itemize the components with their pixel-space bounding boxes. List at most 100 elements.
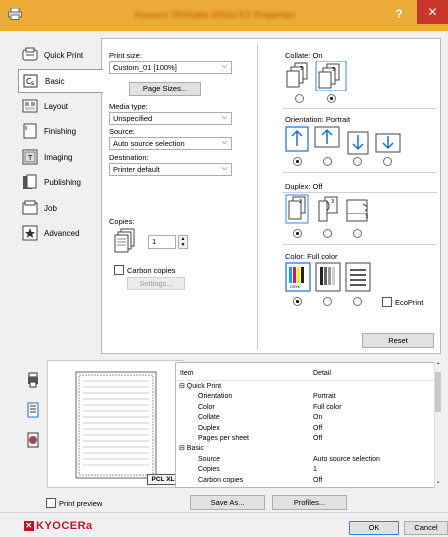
chevron-down-icon: ⌵: [221, 63, 227, 70]
printer-icon: [8, 8, 22, 20]
table-row[interactable]: ⊟ Quick Print: [176, 382, 434, 391]
mono-icon[interactable]: [345, 262, 371, 292]
collate-off-radio[interactable]: [295, 94, 304, 103]
nav-item-advanced[interactable]: Advanced: [18, 221, 100, 245]
page-view-icon[interactable]: [27, 402, 39, 418]
orientation-portrait-icon[interactable]: [285, 126, 309, 152]
nav-label: Layout: [44, 101, 69, 111]
carbon-settings-button[interactable]: Settings...: [127, 277, 185, 290]
chevron-down-icon: ⌵: [221, 165, 227, 172]
print-size-select[interactable]: Custom_01 [100%] ⌵: [109, 61, 232, 74]
nav-item-publishing[interactable]: Publishing: [18, 170, 100, 194]
nav-item-basic[interactable]: Cs Basic: [18, 69, 103, 93]
orientation-rotated-portrait-icon[interactable]: [347, 131, 369, 155]
profiles-button[interactable]: Profiles...: [272, 495, 347, 510]
table-row[interactable]: Collate On: [176, 413, 434, 422]
scroll-up-icon[interactable]: ⌃: [435, 362, 441, 370]
destination-select[interactable]: Printer default ⌵: [109, 163, 232, 176]
nav-label: Advanced: [44, 228, 80, 238]
destination-label: Destination:: [109, 153, 149, 162]
media-type-value: Unspecified: [113, 114, 153, 123]
orientation-rotated-portrait-radio[interactable]: [353, 157, 362, 166]
source-select[interactable]: Auto source selection ⌵: [109, 137, 232, 150]
basic-settings-panel: Print size: Custom_01 [100%] ⌵ Page Size…: [101, 38, 441, 354]
color-label: Color: Full color: [285, 252, 338, 261]
save-as-button[interactable]: Save As...: [190, 495, 265, 510]
duplex-long-edge-radio[interactable]: [323, 229, 332, 238]
nav-item-layout[interactable]: Layout: [18, 94, 100, 118]
nav-item-job[interactable]: Job: [18, 196, 100, 220]
row-detail: Off: [313, 435, 323, 442]
row-item: ⊟ Quick Print: [179, 383, 222, 390]
ecoprint-label: EcoPrint: [395, 298, 424, 307]
printer-view-icon[interactable]: [27, 372, 39, 388]
orientation-landscape-radio[interactable]: [323, 157, 332, 166]
orientation-rotated-landscape-radio[interactable]: [383, 157, 392, 166]
orientation-landscape-icon[interactable]: [314, 126, 340, 148]
duplex-long-edge-icon[interactable]: 3: [317, 196, 339, 224]
print-preview-checkbox[interactable]: [46, 498, 56, 508]
nav-label: Basic: [45, 76, 65, 86]
black-white-icon[interactable]: [315, 262, 341, 292]
ecoprint-checkbox[interactable]: [382, 297, 392, 307]
row-detail: Full color: [313, 403, 342, 411]
duplex-off-radio[interactable]: [293, 229, 302, 238]
table-row[interactable]: Color Full color: [176, 403, 434, 412]
orientation-portrait-radio[interactable]: [293, 157, 302, 166]
nav-item-imaging[interactable]: T Imaging: [18, 145, 100, 169]
nav-item-quick-print[interactable]: Quick Print: [18, 43, 100, 67]
nav-label: Imaging: [44, 152, 73, 162]
copies-value: 1: [152, 237, 157, 246]
table-row[interactable]: Source Auto source selection: [176, 455, 434, 464]
carbon-copies-checkbox[interactable]: [114, 265, 124, 275]
kyocera-mark-icon: ✕: [24, 521, 34, 532]
scroll-thumb[interactable]: [435, 372, 441, 412]
summary-scrollbar[interactable]: ⌃ ⌄: [434, 362, 441, 488]
table-row[interactable]: Copies 1: [176, 465, 434, 474]
copies-spinner[interactable]: ▲ ▼: [178, 235, 188, 249]
finishing-icon: [23, 123, 37, 139]
duplex-short-edge-icon[interactable]: 3: [345, 199, 373, 223]
media-type-select[interactable]: Unspecified ⌵: [109, 112, 232, 125]
orientation-rotated-landscape-icon[interactable]: [375, 133, 401, 153]
scroll-down-icon[interactable]: ⌄: [435, 478, 441, 486]
ok-button[interactable]: OK: [349, 521, 399, 535]
full-color-icon[interactable]: CMYK: [285, 262, 311, 292]
full-color-radio[interactable]: [293, 297, 302, 306]
table-row[interactable]: Orientation Portrait: [176, 392, 434, 401]
table-row[interactable]: Pages per sheet Off: [176, 434, 434, 443]
collate-label: Collate: On: [285, 51, 323, 60]
collate-off-icon[interactable]: 3: [285, 61, 315, 91]
page-sizes-button[interactable]: Page Sizes...: [129, 82, 201, 96]
collate-on-icon[interactable]: 3: [315, 61, 347, 91]
nav-item-finishing[interactable]: Finishing: [18, 119, 100, 143]
settings-summary-table[interactable]: Item Detail ⊟ Quick Print Orientation Port…: [175, 362, 441, 488]
collate-on-radio[interactable]: [327, 94, 336, 103]
svg-text:3: 3: [365, 214, 368, 220]
row-item: Pages per sheet: [198, 435, 249, 442]
row-detail: Off: [313, 476, 323, 484]
black-white-radio[interactable]: [323, 297, 332, 306]
help-button[interactable]: ?: [390, 5, 408, 23]
table-row[interactable]: ⊟ Basic: [176, 444, 434, 453]
cancel-button[interactable]: Cancel: [404, 521, 448, 535]
color-view-icon[interactable]: [27, 432, 39, 448]
print-size-label: Print size:: [109, 51, 142, 60]
table-row[interactable]: Duplex Off: [176, 424, 434, 433]
table-row[interactable]: Carbon copies Off: [176, 476, 434, 485]
page-preview: PCL XL: [47, 360, 183, 488]
row-detail: Portrait: [313, 393, 336, 401]
svg-text:T: T: [27, 154, 33, 162]
copies-label: Copies:: [109, 217, 135, 226]
close-button[interactable]: ✕: [417, 0, 448, 24]
copies-input[interactable]: 1: [148, 235, 176, 249]
nav-label: Finishing: [44, 126, 77, 136]
mono-radio[interactable]: [353, 297, 362, 306]
summary-header: Item Detail: [176, 369, 434, 381]
duplex-short-edge-radio[interactable]: [353, 229, 362, 238]
row-item: ⊟ Basic: [179, 445, 204, 453]
svg-text:s: s: [31, 80, 34, 87]
reset-button[interactable]: Reset: [362, 333, 434, 348]
duplex-off-icon[interactable]: 2: [285, 194, 309, 224]
svg-text:2: 2: [299, 199, 302, 205]
